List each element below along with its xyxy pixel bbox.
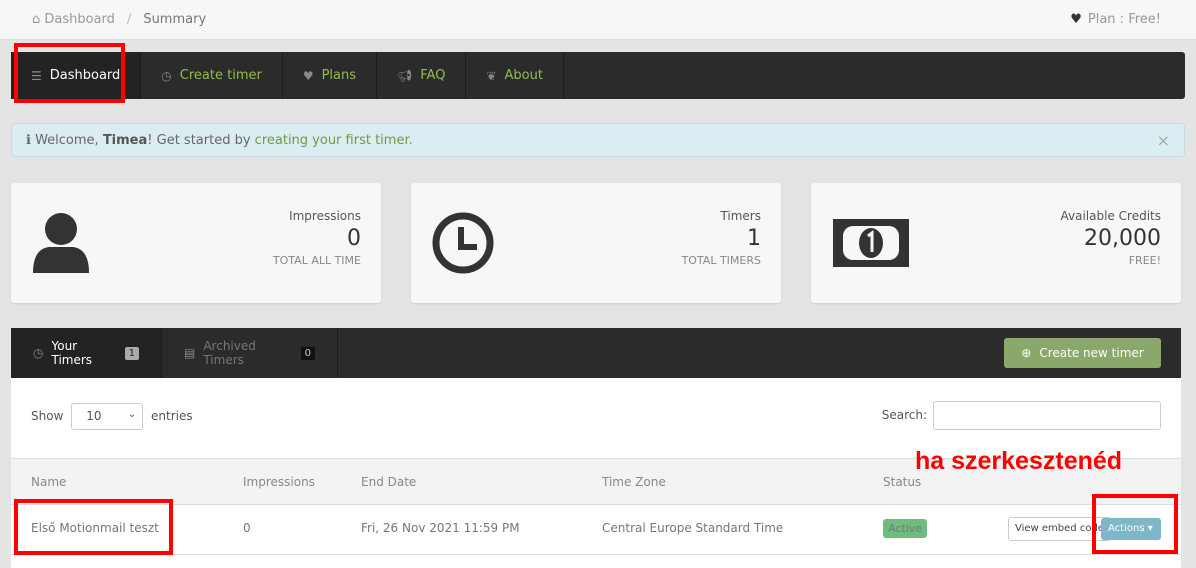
tab-label: Your Timers: [51, 339, 93, 367]
stat-card-impressions: Impressions 0 TOTAL ALL TIME: [11, 183, 381, 303]
clock-icon: ◷: [161, 68, 172, 83]
timer-end-date: Fri, 26 Nov 2021 11:59 PM: [361, 521, 520, 535]
annotation-text: ha szerkesztenéd: [915, 447, 1123, 475]
stat-sub: TOTAL TIMERS: [681, 254, 761, 267]
tab-your-timers[interactable]: ◷ Your Timers 1: [11, 328, 162, 378]
alert-text: ! Get started by: [147, 133, 255, 148]
column-impressions[interactable]: Impressions: [243, 475, 315, 489]
table-controls: Show 10 ⌄ entries Search:: [31, 401, 1161, 433]
stat-value: 20,000: [1084, 226, 1161, 251]
search-label: Search:: [881, 408, 927, 422]
nav-create-timer[interactable]: ◷ Create timer: [141, 52, 283, 99]
plus-circle-icon: ⊕: [1021, 346, 1032, 360]
column-end-date[interactable]: End Date: [361, 475, 416, 489]
timer-impressions: 0: [243, 521, 251, 535]
heart-icon: ♥: [1070, 12, 1082, 27]
breadcrumb-dashboard[interactable]: Dashboard: [44, 12, 115, 27]
stat-label: Impressions: [289, 209, 361, 223]
close-icon[interactable]: ×: [1157, 131, 1170, 150]
plan-indicator[interactable]: ♥ Plan : Free!: [1070, 12, 1161, 27]
show-label: Show: [31, 409, 64, 423]
breadcrumb: ⌂ Dashboard / Summary: [32, 12, 206, 27]
create-first-timer-link[interactable]: creating your first timer.: [255, 133, 413, 148]
clock-icon: [432, 212, 494, 274]
nav-plans[interactable]: ♥ Plans: [283, 52, 378, 99]
top-bar: ⌂ Dashboard / Summary ♥ Plan : Free!: [0, 0, 1196, 40]
stat-sub: FREE!: [1128, 254, 1161, 267]
tab-archived-timers[interactable]: ▤ Archived Timers 0: [162, 328, 338, 378]
entries-select[interactable]: 10 ⌄: [71, 403, 144, 430]
annotation-box-dashboard: [14, 43, 125, 103]
table-row: Első Motionmail teszt 0 Fri, 26 Nov 2021…: [11, 505, 1181, 555]
heart-icon: ♥: [302, 68, 314, 83]
tab-label: Archived Timers: [203, 339, 256, 367]
nav-label: About: [504, 68, 543, 83]
leaf-icon: ❦: [486, 68, 497, 83]
stat-label: Timers: [720, 209, 761, 223]
entries-value: 10: [86, 409, 102, 423]
stat-value: 1: [747, 226, 761, 251]
user-name: Timea: [102, 133, 148, 148]
breadcrumb-current: Summary: [143, 12, 207, 27]
search-input[interactable]: [933, 401, 1161, 430]
user-icon: [33, 213, 89, 273]
home-icon: ⌂: [32, 12, 45, 27]
welcome-alert: ℹ Welcome, Timea! Get started by creatin…: [11, 123, 1185, 157]
status-badge: Active: [883, 519, 928, 538]
money-icon: [833, 219, 909, 267]
nav-label: Create timer: [179, 68, 262, 83]
timer-time-zone: Central Europe Standard Time: [602, 521, 784, 535]
stat-card-timers: Timers 1 TOTAL TIMERS: [411, 183, 781, 303]
annotation-box-timer-name: [14, 499, 173, 555]
nav-label: Plans: [321, 68, 357, 83]
breadcrumb-separator: /: [126, 12, 132, 27]
stat-card-credits: Available Credits 20,000 FREE!: [811, 183, 1181, 303]
column-name[interactable]: Name: [31, 475, 66, 489]
nav-faq[interactable]: 📢︎ FAQ: [377, 52, 467, 99]
stat-label: Available Credits: [1060, 209, 1161, 223]
chevron-down-icon: ⌄: [127, 409, 137, 420]
count-badge: 1: [124, 346, 139, 360]
stat-sub: TOTAL ALL TIME: [272, 254, 361, 267]
count-badge: 0: [300, 346, 315, 360]
archive-icon: ▤: [184, 346, 196, 360]
plan-label: Plan : Free!: [1087, 12, 1161, 27]
main-nav: ☰ Dashboard ◷ Create timer ♥ Plans 📢︎ FAQ ❦ A…: [11, 52, 1185, 99]
column-status[interactable]: Status: [883, 475, 921, 489]
megaphone-icon: 📢︎: [397, 68, 413, 83]
column-time-zone[interactable]: Time Zone: [602, 475, 666, 489]
nav-label: FAQ: [420, 68, 446, 83]
button-label: Create new timer: [1039, 346, 1144, 360]
annotation-box-actions: [1092, 494, 1178, 554]
entries-label: entries: [151, 409, 193, 423]
create-new-timer-button[interactable]: ⊕ Create new timer: [1004, 338, 1161, 368]
panel-header: ◷ Your Timers 1 ▤ Archived Timers 0 ⊕ Create …: [11, 328, 1181, 378]
alert-text: Welcome,: [35, 133, 103, 148]
nav-about[interactable]: ❦ About: [466, 52, 564, 99]
clock-icon: ◷: [33, 346, 44, 360]
info-icon: ℹ: [26, 133, 36, 148]
stat-value: 0: [347, 226, 361, 251]
